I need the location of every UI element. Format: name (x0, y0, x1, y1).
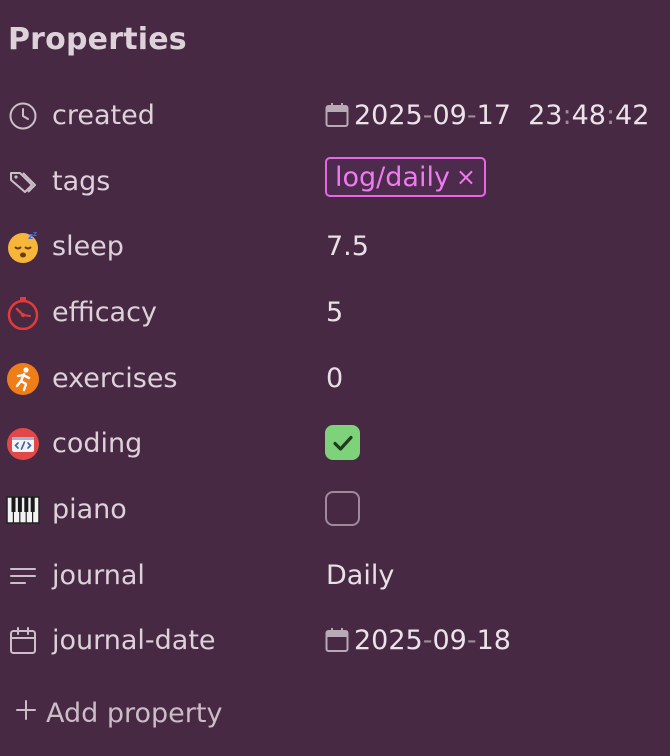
calendar-icon[interactable] (325, 627, 349, 657)
panel-title: Properties (8, 22, 187, 57)
property-row-sleep[interactable]: zz sleep 7.5 (0, 221, 670, 271)
property-row-journal-date[interactable]: journal-date 2025-09-18 (0, 615, 670, 665)
property-key-label[interactable]: journal-date (52, 625, 216, 656)
remove-tag-icon[interactable]: × (456, 163, 476, 191)
property-row-efficacy[interactable]: efficacy 5 (0, 287, 670, 337)
calendar-icon[interactable] (325, 102, 349, 132)
property-key-label[interactable]: piano (52, 494, 127, 525)
property-row-piano[interactable]: piano (0, 484, 670, 534)
stopwatch-icon (6, 296, 40, 330)
property-row-created[interactable]: created 2025-09-17 23:48:42 (0, 90, 670, 140)
running-person-icon (6, 362, 40, 396)
property-row-journal[interactable]: journal Daily (0, 550, 670, 600)
property-row-tags[interactable]: tags log/daily × (0, 156, 670, 206)
clock-icon (6, 99, 40, 133)
piano-keys-icon (6, 493, 40, 527)
property-key-label[interactable]: coding (52, 428, 142, 459)
code-tag-icon (6, 427, 40, 461)
tag-label[interactable]: log/daily (335, 162, 450, 193)
add-property-label: Add property (46, 698, 223, 729)
property-row-exercises[interactable]: exercises 0 (0, 353, 670, 403)
number-value[interactable]: 5 (326, 297, 343, 328)
add-property-button[interactable]: Add property (14, 698, 222, 729)
calendar-icon (6, 624, 40, 658)
number-value[interactable]: 7.5 (326, 231, 369, 262)
svg-text:z: z (33, 230, 37, 238)
datetime-value[interactable]: 2025-09-17 23:48:42 (354, 100, 649, 131)
property-key-label[interactable]: tags (52, 166, 110, 197)
property-key-label[interactable]: exercises (52, 363, 178, 394)
checkbox-unchecked[interactable] (325, 491, 360, 526)
plus-icon (14, 698, 38, 729)
date-value[interactable]: 2025-09-18 (354, 625, 511, 656)
property-key-label[interactable]: sleep (52, 231, 124, 262)
property-key-label[interactable]: created (52, 100, 155, 131)
tags-icon (6, 165, 40, 199)
sleeping-face-icon: zz (6, 230, 40, 264)
checkbox-checked[interactable] (325, 425, 360, 460)
text-lines-icon (6, 559, 40, 593)
number-value[interactable]: 0 (326, 363, 343, 394)
text-value[interactable]: Daily (326, 560, 394, 591)
tag-pill[interactable]: log/daily × (325, 157, 487, 197)
property-key-label[interactable]: journal (52, 560, 145, 591)
property-key-label[interactable]: efficacy (52, 297, 157, 328)
property-row-coding[interactable]: coding (0, 418, 670, 468)
